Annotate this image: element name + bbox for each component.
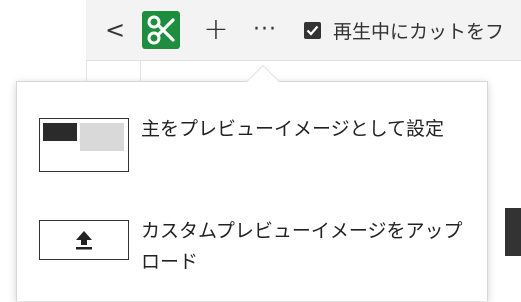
scissors-icon	[147, 15, 175, 45]
chevron-left-icon: <	[104, 16, 126, 44]
cut-button[interactable]	[142, 11, 180, 49]
back-button[interactable]: <	[104, 16, 126, 44]
checkbox-label: 再生中にカットをフ	[333, 20, 505, 43]
checkbox[interactable]	[304, 21, 321, 39]
menu-item-set-as-preview[interactable]: 主をプレビューイメージとして設定	[17, 104, 487, 200]
checkmark-icon	[306, 25, 319, 36]
toolbar: < + ··· 再生中にカットをフ	[86, 0, 521, 61]
menu-item-label: 主をプレビューイメージとして設定	[141, 118, 445, 140]
background-divider	[140, 60, 141, 82]
menu-item-upload-custom-preview[interactable]: カスタムプレビューイメージをアップロード	[17, 206, 487, 302]
plus-icon: +	[203, 11, 229, 47]
upload-icon	[39, 220, 129, 260]
cut-while-playing-toggle[interactable]: 再生中にカットをフ	[304, 17, 504, 43]
preview-image-menu: 主をプレビューイメージとして設定 カスタムプレビューイメージをアップロード	[16, 65, 488, 302]
add-button[interactable]: +	[202, 11, 230, 47]
preview-thumbnail-icon	[39, 118, 129, 172]
more-options-button[interactable]: ···	[250, 16, 280, 42]
background-divider	[505, 208, 521, 256]
menu-item-label: カスタムプレビューイメージをアップロード	[141, 220, 463, 273]
background-divider	[86, 60, 87, 82]
ellipsis-icon: ···	[253, 16, 277, 42]
